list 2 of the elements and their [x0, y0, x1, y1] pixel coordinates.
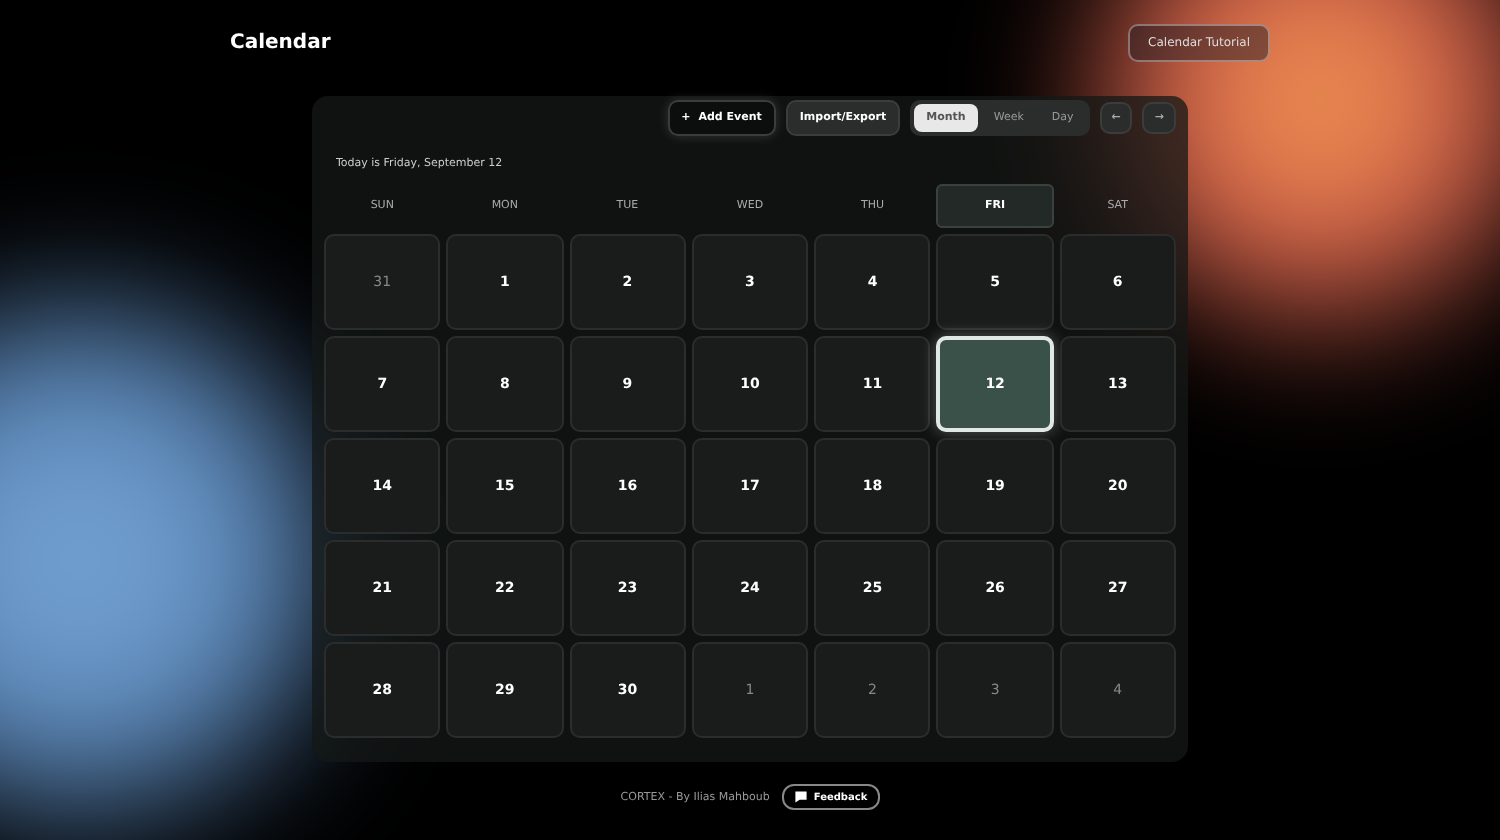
chat-icon [793, 790, 808, 804]
app-title: Calendar [230, 31, 331, 53]
